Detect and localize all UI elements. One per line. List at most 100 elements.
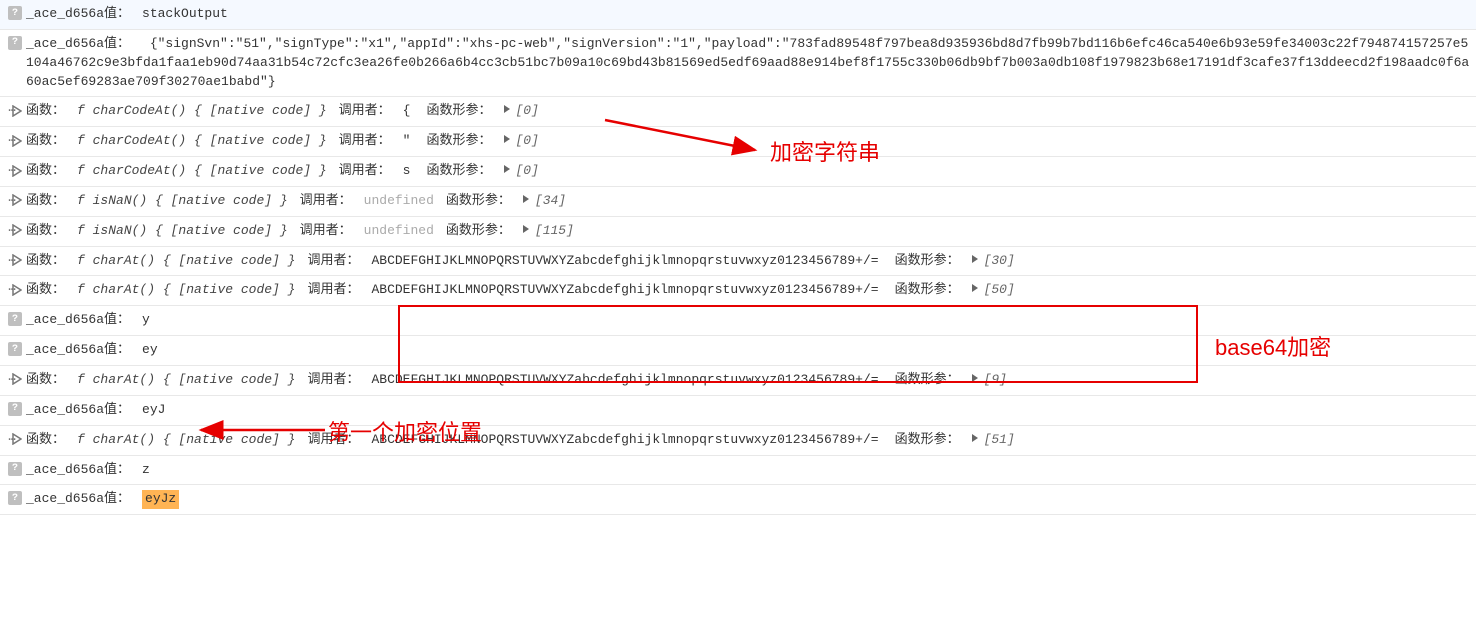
type-icon: ⋯	[4, 163, 26, 178]
var-value: eyJ	[142, 401, 165, 420]
var-value: {"signSvn":"51","signType":"x1","appId":…	[26, 36, 1469, 89]
caller-value: ABCDEFGHIJKLMNOPQRSTUVWXYZabcdefghijklmn…	[371, 252, 878, 271]
expand-icon[interactable]	[502, 164, 512, 174]
log-row[interactable]: ⋯ 函数： f charAt() { [native code] } 调用者： …	[0, 366, 1476, 396]
var-value: z	[142, 461, 150, 480]
log-row[interactable]: ? _ace_d656a值： stackOutput	[0, 0, 1476, 30]
caller-value: undefined	[364, 192, 434, 211]
log-row[interactable]: ⋯ 函数： f charCodeAt() { [native code] } 调…	[0, 97, 1476, 127]
expand-icon[interactable]	[521, 194, 531, 204]
args-label: 函数形参：	[446, 192, 511, 211]
args-value: [0]	[516, 102, 539, 121]
caller-label: 调用者：	[339, 102, 391, 121]
args-value: [51]	[984, 431, 1015, 450]
question-icon: ?	[8, 6, 22, 20]
log-row[interactable]: ? _ace_d656a值： z	[0, 456, 1476, 486]
var-value: ey	[142, 341, 158, 360]
caller-label: 调用者：	[307, 252, 359, 271]
caller-label: 调用者：	[339, 132, 391, 151]
caller-label: 调用者：	[307, 371, 359, 390]
args-value: [0]	[516, 132, 539, 151]
args-label: 函数形参：	[426, 162, 491, 181]
var-label: _ace_d656a值：	[26, 5, 130, 24]
disclose-icon[interactable]: ⋯	[8, 432, 21, 447]
log-row[interactable]: ⋯ 函数： f charCodeAt() { [native code] } 调…	[0, 127, 1476, 157]
type-icon: ⋯	[4, 133, 26, 148]
disclose-icon[interactable]: ⋯	[8, 372, 21, 387]
fn-value: f charAt() { [native code] }	[77, 281, 295, 300]
question-icon: ?	[8, 36, 22, 50]
fn-label: 函数：	[26, 371, 65, 390]
disclose-icon[interactable]: ⋯	[8, 133, 21, 148]
fn-value: f charCodeAt() { [native code] }	[77, 102, 327, 121]
type-icon: ⋯	[4, 103, 26, 118]
type-icon: ?	[4, 462, 26, 476]
type-icon: ⋯	[4, 432, 26, 447]
log-row[interactable]: ? _ace_d656a值： eyJ	[0, 396, 1476, 426]
type-icon: ⋯	[4, 223, 26, 238]
type-icon: ⋯	[4, 372, 26, 387]
expand-icon[interactable]	[970, 283, 980, 293]
var-label: _ace_d656a值：	[26, 401, 130, 420]
args-label: 函数形参：	[895, 281, 960, 300]
caller-value: s	[403, 162, 411, 181]
args-value: [50]	[984, 281, 1015, 300]
disclose-icon[interactable]: ⋯	[8, 163, 21, 178]
args-value: [0]	[516, 162, 539, 181]
args-value: [115]	[535, 222, 574, 241]
fn-label: 函数：	[26, 162, 65, 181]
var-label: _ace_d656a值：	[26, 461, 130, 480]
caller-value: ABCDEFGHIJKLMNOPQRSTUVWXYZabcdefghijklmn…	[371, 371, 878, 390]
args-label: 函数形参：	[446, 222, 511, 241]
log-row[interactable]: ⋯ 函数： f charAt() { [native code] } 调用者： …	[0, 247, 1476, 277]
log-row[interactable]: ? _ace_d656a值： {"signSvn":"51","signType…	[0, 30, 1476, 98]
disclose-icon[interactable]: ⋯	[8, 282, 21, 297]
type-icon: ⋯	[4, 193, 26, 208]
question-icon: ?	[8, 491, 22, 505]
var-label: _ace_d656a值：	[26, 341, 130, 360]
fn-label: 函数：	[26, 252, 65, 271]
log-row[interactable]: ⋯ 函数： f isNaN() { [native code] } 调用者： u…	[0, 187, 1476, 217]
type-icon: ?	[4, 402, 26, 416]
annotation-text: 加密字符串	[770, 135, 880, 167]
log-row[interactable]: ⋯ 函数： f isNaN() { [native code] } 调用者： u…	[0, 217, 1476, 247]
disclose-icon[interactable]: ⋯	[8, 223, 21, 238]
type-icon: ?	[4, 36, 26, 50]
question-icon: ?	[8, 462, 22, 476]
disclose-icon[interactable]: ⋯	[8, 253, 21, 268]
expand-icon[interactable]	[970, 254, 980, 264]
args-value: [9]	[984, 371, 1007, 390]
caller-label: 调用者：	[339, 162, 391, 181]
caller-value: ABCDEFGHIJKLMNOPQRSTUVWXYZabcdefghijklmn…	[371, 281, 878, 300]
expand-icon[interactable]	[502, 134, 512, 144]
fn-value: f charCodeAt() { [native code] }	[77, 162, 327, 181]
log-row[interactable]: ⋯ 函数： f charCodeAt() { [native code] } 调…	[0, 157, 1476, 187]
expand-icon[interactable]	[970, 433, 980, 443]
fn-value: f charAt() { [native code] }	[77, 431, 295, 450]
fn-label: 函数：	[26, 192, 65, 211]
type-icon: ⋯	[4, 282, 26, 297]
expand-icon[interactable]	[502, 104, 512, 114]
args-label: 函数形参：	[426, 132, 491, 151]
var-value: y	[142, 311, 150, 330]
fn-label: 函数：	[26, 281, 65, 300]
question-icon: ?	[8, 402, 22, 416]
fn-label: 函数：	[26, 132, 65, 151]
annotation-text: base64加密	[1215, 330, 1331, 362]
log-row[interactable]: ? _ace_d656a值： eyJz	[0, 485, 1476, 515]
expand-icon[interactable]	[970, 373, 980, 383]
fn-value: f charAt() { [native code] }	[77, 371, 295, 390]
caller-label: 调用者：	[307, 281, 359, 300]
annotation-text: 第一个加密位置	[328, 415, 482, 447]
var-value: stackOutput	[142, 5, 228, 24]
log-row[interactable]: ⋯ 函数： f charAt() { [native code] } 调用者： …	[0, 426, 1476, 456]
disclose-icon[interactable]: ⋯	[8, 103, 21, 118]
fn-value: f isNaN() { [native code] }	[77, 192, 288, 211]
type-icon: ?	[4, 312, 26, 326]
log-row[interactable]: ⋯ 函数： f charAt() { [native code] } 调用者： …	[0, 276, 1476, 306]
disclose-icon[interactable]: ⋯	[8, 193, 21, 208]
expand-icon[interactable]	[521, 224, 531, 234]
fn-value: f charCodeAt() { [native code] }	[77, 132, 327, 151]
type-icon: ?	[4, 342, 26, 356]
args-label: 函数形参：	[426, 102, 491, 121]
